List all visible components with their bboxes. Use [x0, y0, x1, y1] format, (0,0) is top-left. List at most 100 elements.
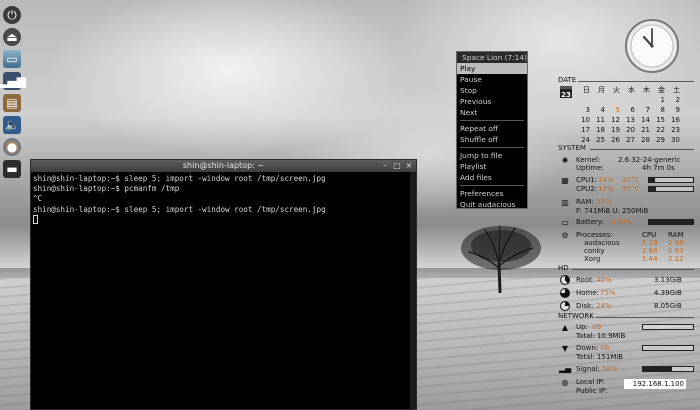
date-section-title: DATE	[558, 76, 577, 84]
terminal-output[interactable]: shin@shin-laptop:~$ sleep 5; import -win…	[31, 172, 416, 226]
signal-bar-fill	[643, 367, 672, 371]
calendar-day: 9	[675, 106, 680, 114]
volume-icon[interactable]: 🔈	[3, 116, 21, 134]
calendar-day: 11	[596, 116, 605, 124]
calendar-day: 15	[656, 116, 665, 124]
calendar-day: 23	[671, 126, 680, 134]
drive-icon[interactable]: ▭	[3, 50, 21, 68]
terminal-window[interactable]: shin@shin-laptop: ~ – □ × shin@shin-lapt…	[30, 159, 417, 410]
calendar-day: 8	[660, 106, 665, 114]
calendar-day: 16	[671, 116, 680, 124]
terminal-titlebar[interactable]: shin@shin-laptop: ~ – □ ×	[31, 160, 416, 172]
down-label: Down:	[576, 344, 599, 352]
menu-item-next[interactable]: Next	[457, 107, 527, 118]
menu-item-shuffle[interactable]: Shuffle off	[457, 134, 527, 145]
processes-cpu-header: CPU	[642, 231, 657, 239]
calendar-day: 17	[581, 126, 590, 134]
calendar-day	[623, 95, 635, 105]
calendar-day: 29	[656, 136, 665, 144]
terminal-line: shin@shin-laptop:~$ sleep 5; import -win…	[33, 204, 326, 214]
disk-label: Disk:	[576, 302, 594, 310]
terminal-line: shin@shin-laptop:~$ pcmanfm /tmp	[33, 184, 180, 194]
down-graph	[642, 345, 694, 351]
calendar-grid: 日月火水木金土 1 2 3 4 5 6 7 8 9 10 11 12 13 14 15 16 17 18 19 20 21…	[578, 85, 696, 145]
root-percent: 40%	[596, 276, 612, 284]
kernel-label: Kernel:	[576, 156, 601, 164]
menu-item-add-files[interactable]: Add files	[457, 172, 527, 183]
battery-bar-fill	[649, 220, 693, 224]
menu-item-stop[interactable]: Stop	[457, 85, 527, 96]
calendar-day: 3	[585, 106, 590, 114]
calendar-day	[608, 95, 620, 105]
menu-item-preferences[interactable]: Preferences	[457, 188, 527, 199]
maximize-icon[interactable]: □	[393, 162, 401, 170]
ram-detail: F: 741MiB U: 250MiB	[576, 207, 649, 215]
calendar-day: 20	[626, 126, 635, 134]
terminal-line: shin@shin-laptop:~$ sleep 5; import -win…	[33, 174, 326, 183]
menu-item-previous[interactable]: Previous	[457, 96, 527, 107]
processes-label: Processes:	[576, 231, 613, 239]
calendar-day: 26	[611, 136, 620, 144]
calendar-day: 22	[656, 126, 665, 134]
menu-separator	[457, 183, 527, 188]
wifi-signal-icon: ▂▄	[558, 364, 572, 373]
local-ip-label: Local IP:	[576, 378, 606, 386]
public-ip-label: Public IP:	[576, 387, 608, 395]
hd-section-title: HD	[558, 264, 569, 272]
minimize-icon[interactable]: –	[381, 162, 389, 170]
disk-percent: 24%	[596, 302, 612, 310]
home-percent: 75%	[600, 289, 616, 297]
battery-label: Battery:	[576, 218, 604, 226]
cpu1-bar	[648, 177, 694, 183]
terminal-title: shin@shin-laptop: ~	[182, 161, 265, 170]
ram-percent: 25%	[596, 198, 612, 206]
menu-item-play[interactable]: Play	[457, 63, 527, 74]
clipboard-icon[interactable]: ▤	[3, 94, 21, 112]
eject-icon[interactable]: ⏏	[3, 28, 21, 46]
signal-bar	[642, 366, 694, 372]
calendar-day: 19	[611, 126, 620, 134]
calendar-weekday: 土	[673, 86, 680, 94]
monitor-icon[interactable]: ▬	[3, 160, 21, 178]
up-total: Total: 10.9MiB	[576, 332, 626, 340]
network-signal-icon[interactable]: ▂▄▆	[0, 72, 26, 90]
ram-label: RAM:	[576, 198, 594, 206]
cpu2-bar	[648, 186, 694, 192]
power-icon[interactable]: ⏻	[3, 6, 21, 24]
calendar-day: 13	[626, 116, 635, 124]
process-name: Xorg	[584, 255, 601, 263]
menu-item-pause[interactable]: Pause	[457, 74, 527, 85]
firefox-icon[interactable]: ●	[3, 138, 21, 156]
calendar-day: 6	[630, 106, 635, 114]
ubuntu-icon: ✺	[561, 156, 569, 165]
calendar-day: 30	[671, 136, 680, 144]
menu-item-jump-to-file[interactable]: Jump to file	[457, 150, 527, 161]
cpu2-percent: 17%	[598, 185, 614, 193]
root-label: Root:	[576, 276, 595, 284]
processes-ram-header: RAM	[668, 231, 684, 239]
process-ram: 2.12	[668, 255, 684, 263]
cpu2-label: CPU2:	[576, 185, 598, 193]
process-ram: 2.88	[668, 239, 684, 247]
terminal-scrollbar[interactable]	[410, 172, 416, 409]
terminal-line: ^C	[33, 194, 43, 204]
menu-item-repeat[interactable]: Repeat off	[457, 123, 527, 134]
battery-bar	[648, 219, 694, 225]
cpu1-temp: 35°C	[622, 176, 640, 184]
process-name: conky	[584, 247, 605, 255]
battery-icon: ▭	[561, 218, 569, 227]
globe-icon: ◍	[561, 378, 569, 387]
home-label: Home:	[576, 289, 600, 297]
calendar-day: 25	[596, 136, 605, 144]
calendar-icon: 23	[560, 86, 572, 99]
calendar-day: 1	[660, 96, 665, 104]
calendar-day: 12	[611, 116, 620, 124]
close-icon[interactable]: ×	[405, 162, 413, 170]
calendar-day	[638, 95, 650, 105]
cpu2-temp: 35°C	[622, 185, 640, 193]
process-ram: 0.63	[668, 247, 684, 255]
menu-item-playlist[interactable]: Playlist	[457, 161, 527, 172]
cpu-icon: ▦	[561, 176, 569, 185]
menu-item-quit[interactable]: Quit audacious	[457, 199, 527, 210]
conky-monitor: DATE 23 日月火水木金土 1 2 3 4 5 6 7 8 9 10 11 12 13 14 15 16 17…	[556, 76, 700, 410]
